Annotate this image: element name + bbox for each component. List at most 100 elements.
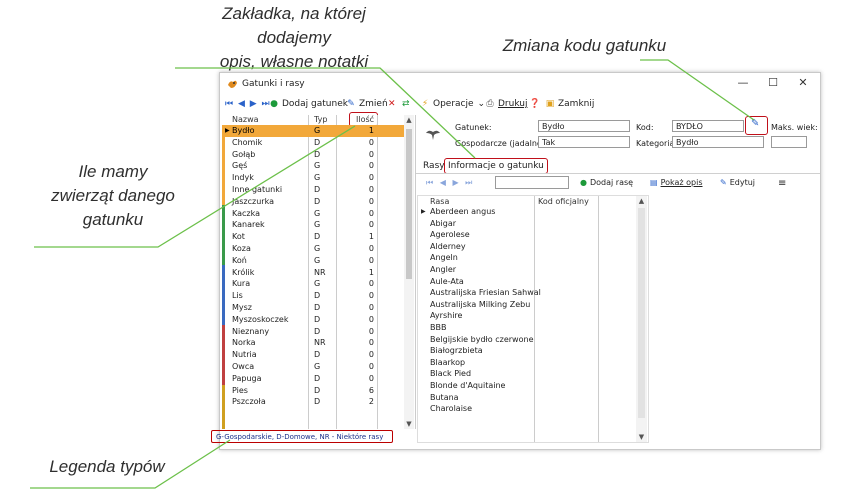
scroll-up-icon[interactable]: ▲ [404, 116, 414, 124]
add-species-button[interactable]: ● Dodaj gatunek [269, 99, 348, 109]
species-rows: ▶ Bydło G 1 Chomik D 0 Gołąb D 0 Gęś G 0 Indyk G 0 Inne … [222, 125, 404, 408]
scroll-thumb[interactable] [638, 208, 645, 418]
max-age-field[interactable] [771, 136, 807, 148]
tab-breeds[interactable]: Rasy [423, 159, 445, 173]
category-field[interactable]: Bydło [672, 136, 764, 148]
code-field[interactable]: BYDŁO [672, 120, 744, 132]
species-name: Indyk [232, 173, 254, 183]
add-breed-button[interactable]: ● Dodaj rasę [580, 178, 633, 187]
species-row[interactable]: Pszczoła D 2 [222, 396, 404, 408]
scroll-up-icon[interactable]: ▲ [636, 197, 647, 205]
species-field[interactable]: Bydło [538, 120, 630, 132]
breeds-scrollbar[interactable]: ▲ ▼ [636, 196, 647, 442]
species-row[interactable]: Myszoskoczek D 0 [222, 314, 404, 326]
species-count: 1 [368, 232, 374, 242]
change-code-button[interactable]: ✎ [745, 116, 768, 135]
refresh-icon[interactable]: ⇄ [402, 99, 410, 109]
species-scrollbar[interactable]: ▲ ▼ [404, 115, 414, 429]
species-row[interactable]: Jaszczurka D 0 [222, 196, 404, 208]
show-description-button[interactable]: ▤ Pokaż opis [650, 178, 703, 187]
species-type: G [314, 361, 321, 371]
breed-row[interactable]: Ayrshire [418, 310, 636, 322]
scroll-down-icon[interactable]: ▼ [636, 433, 647, 441]
species-row[interactable]: Pies D 6 [222, 385, 404, 397]
breed-row[interactable]: Angler [418, 264, 636, 276]
species-row[interactable]: Lis D 0 [222, 290, 404, 302]
header-breed[interactable]: Rasa [430, 197, 449, 206]
header-official-code[interactable]: Kod oficjalny [538, 197, 589, 206]
edit-species-button[interactable]: ✎ Zmień [346, 99, 387, 109]
breed-name: Angler [430, 264, 457, 274]
breed-row[interactable]: Białogrzbieta [418, 345, 636, 357]
species-row[interactable]: Kanarek G 0 [222, 219, 404, 231]
header-type[interactable]: Typ [314, 115, 327, 124]
breed-row[interactable]: Blaarkop [418, 357, 636, 369]
species-name: Kot [232, 232, 245, 242]
close-button[interactable]: ▣ Zamknij [545, 99, 595, 109]
breed-row[interactable]: ▶ Aberdeen angus [418, 206, 636, 218]
breed-row[interactable]: Australijska Friesian Sahwal [418, 287, 636, 299]
breed-name: Białogrzbieta [430, 346, 483, 356]
farm-field[interactable]: Tak [538, 136, 630, 148]
species-row[interactable]: Papuga D 0 [222, 373, 404, 385]
minimize-button[interactable]: — [728, 76, 758, 92]
help-icon[interactable]: ❓ [529, 99, 540, 109]
breed-row[interactable]: Alderney [418, 241, 636, 253]
species-row[interactable]: Koń G 0 [222, 255, 404, 267]
breed-row[interactable]: Blonde d'Aquitaine [418, 380, 636, 392]
species-type: G [314, 279, 321, 289]
species-row[interactable]: Królik NR 1 [222, 267, 404, 279]
app-icon [227, 79, 237, 89]
breed-row[interactable]: BBB [418, 322, 636, 334]
species-row[interactable]: Inne gatunki D 0 [222, 184, 404, 196]
breed-row[interactable]: Butana [418, 392, 636, 404]
max-age-label: Maks. wiek: [771, 123, 818, 132]
operations-menu[interactable]: ⚡ Operacje ⌄ [420, 99, 485, 109]
breed-row[interactable]: Black Pied [418, 368, 636, 380]
species-count: 0 [368, 149, 374, 159]
record-navigator[interactable]: ⏮ ◀ ▶ ⏭ [225, 99, 271, 109]
breed-row[interactable]: Australijska Milking Zebu [418, 299, 636, 311]
species-name: Bydło [232, 126, 255, 135]
species-count: 1 [368, 267, 374, 277]
breed-search-input[interactable] [495, 176, 569, 189]
scroll-thumb[interactable] [406, 129, 412, 279]
breed-row[interactable]: Agerolese [418, 229, 636, 241]
breed-navigator[interactable]: ⏮ ◀ ▶ ⏭ [426, 178, 474, 188]
annotation-tab-note-line1: Zakładka, na której dodajemy [222, 4, 366, 47]
species-row[interactable]: Nieznany D 0 [222, 326, 404, 338]
breed-row[interactable]: Angeln [418, 252, 636, 264]
species-row[interactable]: Kura G 0 [222, 278, 404, 290]
pencil-icon: ✎ [751, 118, 760, 129]
maximize-button[interactable]: ☐ [758, 76, 788, 92]
breed-row[interactable]: Aule-Ata [418, 276, 636, 288]
breed-row[interactable]: Belgijskie bydło czerwone [418, 334, 636, 346]
species-name: Nieznany [232, 326, 270, 336]
print-button[interactable]: ⎙ Drukuj [485, 99, 527, 109]
breed-row[interactable]: Charolaise [418, 403, 636, 415]
species-row[interactable]: Owca G 0 [222, 361, 404, 373]
species-row[interactable]: Mysz D 0 [222, 302, 404, 314]
scroll-down-icon[interactable]: ▼ [404, 420, 414, 428]
species-row[interactable]: Kot D 1 [222, 231, 404, 243]
close-label: Zamknij [558, 99, 595, 109]
species-type: G [314, 243, 321, 253]
species-row[interactable]: Kaczka G 0 [222, 208, 404, 220]
species-count: 0 [368, 314, 374, 324]
species-type: NR [314, 267, 326, 277]
header-name[interactable]: Nazwa [232, 115, 259, 124]
edit-breed-button[interactable]: ✎ Edytuj [720, 178, 755, 187]
close-window-button[interactable]: ✕ [788, 76, 818, 92]
species-row[interactable]: Chomik D 0 [222, 137, 404, 149]
species-row[interactable]: Norka NR 0 [222, 337, 404, 349]
species-row[interactable]: Gołąb D 0 [222, 149, 404, 161]
species-row[interactable]: Gęś G 0 [222, 160, 404, 172]
breed-row[interactable]: Abigar [418, 218, 636, 230]
species-row[interactable]: Koza G 0 [222, 243, 404, 255]
species-row[interactable]: Nutria D 0 [222, 349, 404, 361]
menu-icon[interactable]: ≡ [778, 178, 786, 189]
delete-icon[interactable]: ✕ [388, 99, 396, 109]
species-row[interactable]: Indyk G 0 [222, 172, 404, 184]
species-row[interactable]: ▶ Bydło G 1 [222, 125, 404, 137]
species-name: Owca [232, 361, 255, 371]
